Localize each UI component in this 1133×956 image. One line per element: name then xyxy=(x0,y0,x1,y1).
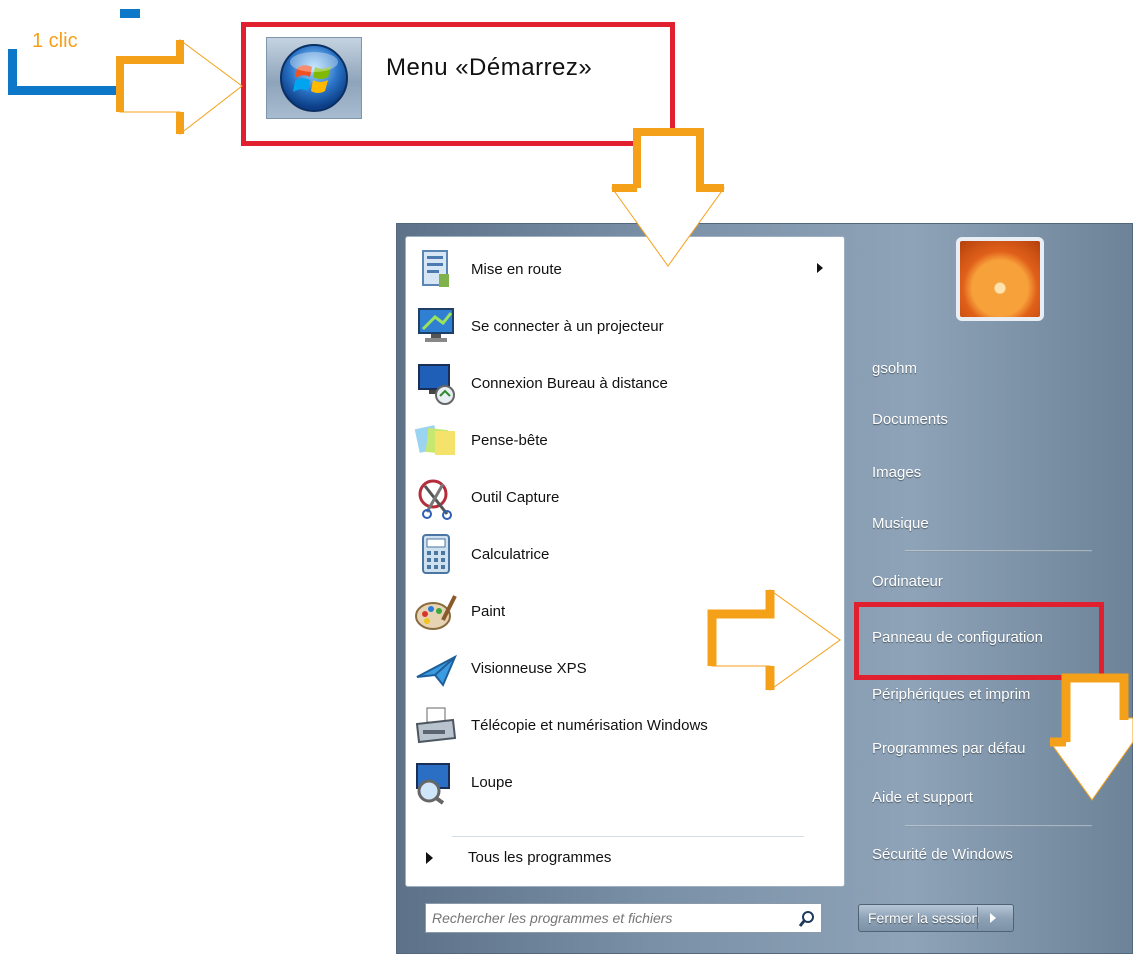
program-label: Mise en route xyxy=(471,261,562,278)
snipping-tool-icon xyxy=(418,479,452,520)
program-item-visionneuse-xps[interactable]: Visionneuse XPS xyxy=(405,641,843,697)
program-item-bureau-distance[interactable]: Connexion Bureau à distance xyxy=(405,356,843,412)
paint-icon xyxy=(415,595,457,630)
program-item-telecopie[interactable]: Télécopie et numérisation Windows xyxy=(405,698,843,754)
projector-icon xyxy=(418,308,454,342)
program-item-mise-en-route[interactable]: Mise en route xyxy=(405,242,843,298)
program-item-outil-capture[interactable]: Outil Capture xyxy=(405,470,843,526)
getting-started-icon xyxy=(422,250,449,287)
clic-label: 1 clic xyxy=(32,30,78,52)
panneau-configuration-highlight-box xyxy=(854,602,1104,680)
programs-separator xyxy=(452,836,804,837)
program-label: Télécopie et numérisation Windows xyxy=(471,717,708,734)
program-item-calculatrice[interactable]: Calculatrice xyxy=(405,527,843,583)
right-item-gsohm[interactable]: gsohm xyxy=(872,360,917,377)
all-programs-arrow-icon[interactable] xyxy=(426,852,433,864)
program-item-pense-bete[interactable]: Pense-bête xyxy=(405,413,843,469)
program-label: Se connecter à un projecteur xyxy=(471,318,664,335)
right-item-securite-windows[interactable]: Sécurité de Windows xyxy=(872,846,1013,863)
program-label: Calculatrice xyxy=(471,546,550,563)
sticky-notes-icon xyxy=(414,425,455,455)
calculator-icon xyxy=(422,534,450,574)
program-label: Outil Capture xyxy=(471,489,560,506)
windows-orb-icon xyxy=(280,44,348,112)
start-button[interactable] xyxy=(266,37,362,119)
right-item-programmes-defaut[interactable]: Programmes par défau xyxy=(872,740,1025,757)
right-item-images[interactable]: Images xyxy=(872,464,921,481)
program-item-loupe[interactable]: Loupe xyxy=(405,755,843,811)
logoff-options-arrow-icon[interactable] xyxy=(990,913,996,923)
menu-title: Menu «Démarrez» xyxy=(386,54,593,81)
right-item-ordinateur[interactable]: Ordinateur xyxy=(872,573,943,590)
logoff-label: Fermer la session xyxy=(868,910,980,926)
program-label: Connexion Bureau à distance xyxy=(471,375,668,392)
search-box[interactable] xyxy=(425,903,822,933)
right-separator xyxy=(905,550,1092,552)
logoff-divider xyxy=(977,907,978,929)
remote-desktop-icon xyxy=(418,364,455,405)
program-label: Pense-bête xyxy=(471,432,548,449)
search-icon[interactable] xyxy=(796,908,818,930)
all-programs-link[interactable]: Tous les programmes xyxy=(468,849,611,866)
program-item-projecteur[interactable]: Se connecter à un projecteur xyxy=(405,299,843,355)
user-picture-avatar[interactable] xyxy=(956,237,1044,321)
right-item-aide-support[interactable]: Aide et support xyxy=(872,789,973,806)
program-label: Paint xyxy=(471,603,506,620)
xps-viewer-icon xyxy=(416,654,458,687)
program-label: Loupe xyxy=(471,774,513,791)
magnifier-icon xyxy=(416,763,450,805)
submenu-arrow-icon[interactable] xyxy=(817,263,823,273)
program-item-paint[interactable]: Paint xyxy=(405,584,843,640)
right-item-musique[interactable]: Musique xyxy=(872,515,929,532)
right-item-peripheriques[interactable]: Périphériques et imprim xyxy=(872,686,1030,703)
fax-scan-icon xyxy=(415,707,457,744)
right-item-documents[interactable]: Documents xyxy=(872,411,948,428)
program-label: Visionneuse XPS xyxy=(471,660,587,677)
logoff-button[interactable]: Fermer la session xyxy=(858,904,1014,932)
right-separator xyxy=(905,825,1092,827)
search-input[interactable] xyxy=(432,908,772,928)
